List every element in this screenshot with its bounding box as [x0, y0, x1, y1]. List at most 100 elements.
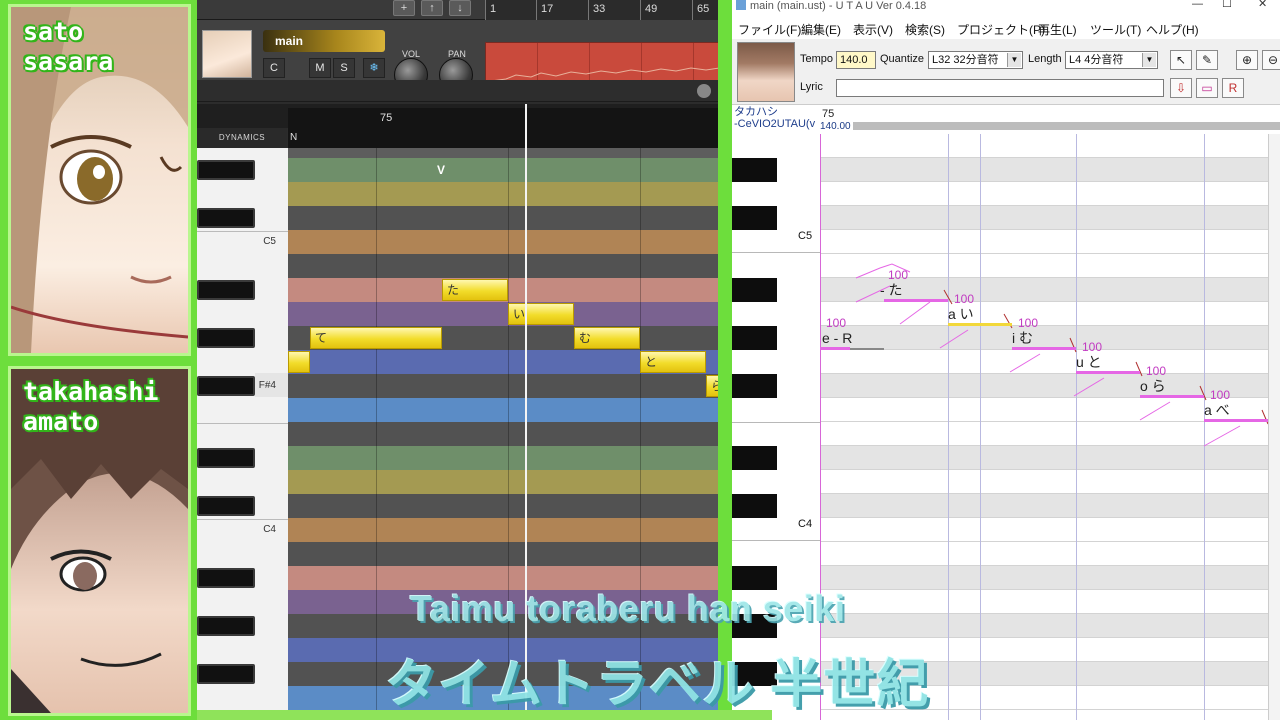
piano-keyboard[interactable]: C5 F#4 C4: [197, 148, 288, 720]
black-key[interactable]: [197, 208, 255, 228]
utau-note-bar[interactable]: [820, 347, 850, 350]
move-down-button[interactable]: ↓: [449, 0, 471, 16]
utau-piano-keyboard[interactable]: C5 C4: [732, 134, 820, 720]
quantize-value: L32 32分音符: [932, 54, 999, 66]
measure-ruler[interactable]: 75 140.00: [820, 106, 1280, 134]
utau-note-lyric[interactable]: o ら: [1140, 376, 1166, 396]
roll-ruler[interactable]: 75 N: [288, 108, 730, 148]
utau-note-lyric[interactable]: i む: [1012, 328, 1033, 348]
menu-tools[interactable]: ツール(T): [1090, 21, 1141, 38]
engine-name: -CeVIO2UTAU(v: [734, 118, 816, 130]
utau-note-lyric[interactable]: u と: [1076, 352, 1102, 372]
utau-note-lyric[interactable]: a べ: [1204, 400, 1230, 420]
track-name-label[interactable]: main: [263, 30, 385, 52]
insert-note-icon[interactable]: ⇩: [1170, 78, 1192, 98]
sasara-name-line2: sasara: [23, 47, 114, 76]
note-block[interactable]: [288, 351, 310, 373]
black-key[interactable]: [197, 280, 255, 300]
track-c-button[interactable]: C: [263, 58, 285, 78]
add-track-button[interactable]: +: [393, 0, 415, 16]
key-label-c4: C4: [798, 518, 813, 530]
note-block[interactable]: た: [442, 279, 508, 301]
black-key[interactable]: [732, 206, 777, 230]
ruler-label: 1: [490, 3, 497, 15]
singer-info: タカハシ -CeVIO2UTAU(v: [732, 106, 820, 134]
note-block[interactable]: と: [640, 351, 706, 373]
minimize-icon[interactable]: —: [1192, 0, 1203, 10]
utau-note-lyric[interactable]: - た: [880, 280, 903, 300]
black-key[interactable]: [197, 496, 255, 516]
black-key[interactable]: [197, 664, 255, 684]
freeze-icon[interactable]: ❄: [363, 58, 385, 78]
menu-play[interactable]: 再生(L): [1038, 21, 1077, 38]
length-label: Length: [1028, 53, 1062, 65]
utau-toolbar: Tempo 140.0 Quantize L32 32分音符 ▼ Length …: [732, 39, 1280, 105]
ruler-label: 49: [645, 3, 658, 15]
takahashi-portrait: takahashi amato: [8, 366, 191, 716]
black-key[interactable]: [197, 568, 255, 588]
utau-note-lyric[interactable]: a い: [948, 304, 974, 324]
lyric-input[interactable]: [836, 79, 1164, 97]
utau-titlebar: main (main.ust) - U T A U Ver 0.4.18 — ☐…: [732, 0, 1280, 14]
close-icon[interactable]: ✕: [1258, 0, 1267, 10]
move-up-button[interactable]: ↑: [421, 0, 443, 16]
black-key[interactable]: [197, 616, 255, 636]
black-key[interactable]: [732, 566, 777, 590]
menu-file[interactable]: ファイル(F): [738, 21, 801, 38]
tempo-input[interactable]: 140.0: [836, 51, 876, 69]
takahashi-name-line1: takahashi: [23, 377, 159, 406]
black-key[interactable]: [197, 160, 255, 180]
utau-menubar: ファイル(F) 編集(E) 表示(V) 検索(S) プロジェクト(P) 再生(L…: [732, 17, 1280, 39]
black-key[interactable]: [197, 376, 255, 396]
black-key[interactable]: [732, 374, 777, 398]
ruler-label: 65: [697, 3, 710, 15]
maximize-icon[interactable]: ☐: [1222, 0, 1232, 10]
video-frame: sato sasara takahashi amato + ↑ ↓ 1 17 3…: [0, 0, 1280, 720]
utau-note-lyric[interactable]: e - R: [822, 330, 852, 346]
zoom-in-icon[interactable]: ⊕: [1236, 50, 1258, 70]
note-block[interactable]: い: [508, 303, 574, 325]
black-key[interactable]: [732, 158, 777, 182]
black-key[interactable]: [732, 326, 777, 350]
menu-project[interactable]: プロジェクト(P): [957, 21, 1045, 38]
mute-button[interactable]: M: [309, 58, 331, 78]
sasara-name-line1: sato: [23, 17, 84, 46]
horizontal-scrollbar[interactable]: [197, 80, 730, 102]
note-block[interactable]: て: [310, 327, 442, 349]
note-block[interactable]: む: [574, 327, 640, 349]
chevron-down-icon: ▼: [1007, 53, 1021, 67]
pencil-tool-icon[interactable]: ✎: [1196, 50, 1218, 70]
dynamics-tab[interactable]: DYNAMICS: [197, 128, 287, 148]
zoom-out-icon[interactable]: ⊖: [1262, 50, 1280, 70]
rest-r-icon[interactable]: R: [1222, 78, 1244, 98]
menu-search[interactable]: 検索(S): [905, 21, 945, 38]
menu-help[interactable]: ヘルプ(H): [1146, 21, 1199, 38]
ruler-label: 33: [593, 3, 606, 15]
quantize-select[interactable]: L32 32分音符 ▼: [928, 51, 1023, 69]
black-key[interactable]: [197, 448, 255, 468]
black-key[interactable]: [197, 328, 255, 348]
pointer-tool-icon[interactable]: ↖: [1170, 50, 1192, 70]
menu-edit[interactable]: 編集(E): [801, 21, 841, 38]
roll-note-label: N: [290, 132, 298, 143]
track-singer-avatar[interactable]: [202, 30, 252, 78]
velocity-label: 100: [826, 316, 847, 330]
piano-roll-grid[interactable]: た い て む と ら: [288, 148, 730, 720]
singer-avatar[interactable]: [737, 42, 795, 102]
key-label-c4: C4: [263, 524, 276, 535]
black-key[interactable]: [732, 494, 777, 518]
length-select[interactable]: L4 4分音符 ▼: [1065, 51, 1158, 69]
scroll-knob[interactable]: [697, 84, 711, 98]
vertical-scrollbar[interactable]: [1268, 134, 1280, 720]
menu-view[interactable]: 表示(V): [853, 21, 893, 38]
quantize-label: Quantize: [880, 53, 925, 65]
black-key[interactable]: [732, 446, 777, 470]
pitch-curves: [820, 263, 1269, 447]
timeline-ruler[interactable]: 1 17 33 49 65: [485, 0, 730, 20]
utau-note-grid[interactable]: 100 e - R 100 - た 100 a い 100 i む 100 u …: [820, 134, 1280, 720]
length-value: L4 4分音符: [1069, 54, 1124, 66]
black-key[interactable]: [732, 278, 777, 302]
insert-rest-icon[interactable]: ▭: [1196, 78, 1218, 98]
solo-button[interactable]: S: [333, 58, 355, 78]
character-panel: sato sasara takahashi amato: [0, 0, 197, 720]
